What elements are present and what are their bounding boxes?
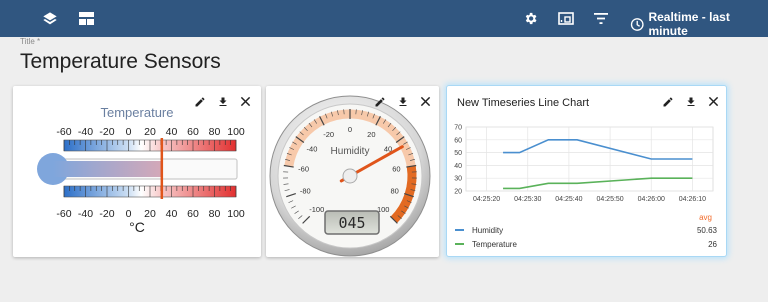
y-tick-label: 30 [454, 176, 462, 183]
y-tick-label: 50 [454, 150, 462, 157]
thermometer-tick-label: 40 [166, 126, 178, 138]
gauge-tick-label: 80 [391, 187, 399, 196]
gauge-lcd-value: 045 [338, 214, 365, 232]
thermometer-graphic: Temperature -60 -40 -20 0 20 40 60 80 100 -60 -40… [37, 105, 245, 235]
gauge-graphic: -100-80-60-40-20020406080100 Humidity 04… [269, 95, 431, 257]
gauge-tick-label: 0 [348, 125, 352, 134]
thermometer-widget: Temperature -60 -40 -20 0 20 40 60 80 100 -60 -40… [13, 86, 261, 257]
x-tick-label: 04:26:10 [679, 196, 706, 203]
thermometer-tick-label: 100 [227, 126, 245, 138]
legend-item-humidity[interactable]: Humidity 50.63 [455, 223, 717, 237]
x-tick-label: 04:26:00 [638, 196, 665, 203]
gauge-tick-label: 20 [367, 130, 375, 139]
thermometer-unit: °C [129, 219, 145, 235]
thermometer-tick-label: 80 [209, 126, 221, 138]
legend-swatch [455, 243, 464, 245]
thermometer-tick-label: 40 [166, 208, 178, 220]
filter-icon[interactable] [593, 9, 609, 28]
x-tick-label: 04:25:20 [473, 196, 500, 203]
clock-icon [630, 17, 644, 31]
thermometer-tick-label: -40 [78, 208, 93, 220]
thermometer-tick-label: -60 [56, 126, 71, 138]
legend-avg-header: avg [699, 213, 712, 222]
thermometer-tick-label: 100 [227, 208, 245, 220]
gauge-tick-label: -100 [309, 205, 324, 214]
timeseries-widget[interactable]: New Timeseries Line Chart 20 30 40 50 60 70 04… [447, 86, 726, 256]
timeseries-chart: 20 30 40 50 60 70 04:25:20 04:25:30 04:25:40 04:2… [454, 125, 714, 203]
thermometer-tick-label: 80 [209, 208, 221, 220]
x-tick-label: 04:25:40 [555, 196, 582, 203]
legend-label: Temperature [472, 239, 517, 249]
thermometer-tick-label: 0 [126, 126, 132, 138]
thermometer-tick-label: -20 [99, 126, 114, 138]
humidity-gauge-widget: -100 -80 -60 -40 -20 0 20 40 60 80 100 Humidity 04… [266, 86, 439, 257]
thermometer-tick-label: 60 [187, 208, 199, 220]
thermometer-tick-label: -60 [56, 208, 71, 220]
gauge-tick-label: -40 [307, 144, 318, 153]
legend-swatch [455, 229, 464, 231]
series-line-humidity [503, 138, 693, 160]
close-icon[interactable] [419, 95, 432, 108]
y-tick-label: 20 [454, 189, 462, 196]
y-tick-label: 60 [454, 137, 462, 144]
thermometer-title: Temperature [101, 105, 174, 120]
y-tick-label: 70 [454, 125, 462, 132]
layers-icon[interactable] [41, 9, 59, 28]
gauge-tick-label: -60 [298, 165, 309, 174]
legend-item-temperature[interactable]: Temperature 26 [455, 237, 717, 251]
thermometer-tick-label: 20 [144, 208, 156, 220]
series-line-temperature [503, 177, 693, 190]
legend-avg-value: 26 [708, 239, 717, 249]
download-icon[interactable] [396, 95, 409, 108]
legend-label: Humidity [472, 225, 504, 235]
title-field-label: Title * [20, 37, 41, 46]
fullscreen-icon[interactable] [557, 9, 574, 28]
y-tick-label: 40 [454, 163, 462, 170]
realtime-selector[interactable]: Realtime - last minute [630, 10, 768, 38]
dashboard-icon[interactable] [78, 9, 94, 28]
realtime-label: Realtime - last minute [648, 10, 730, 38]
settings-icon[interactable] [522, 9, 538, 28]
gauge-tick-label: 60 [392, 165, 400, 174]
thermometer-tick-label: -40 [78, 126, 93, 138]
page-title[interactable]: Temperature Sensors [20, 50, 221, 74]
thermometer-fill [53, 161, 162, 177]
top-toolbar: Realtime - last minute [0, 0, 768, 38]
gauge-hub [342, 168, 358, 184]
thermometer-tick-label: 20 [144, 126, 156, 138]
thermometer-tick-label: -20 [99, 208, 114, 220]
legend-avg-value: 50.63 [696, 225, 717, 235]
x-tick-label: 04:25:50 [596, 196, 623, 203]
x-tick-label: 04:25:30 [514, 196, 541, 203]
gauge-tick-label: -80 [300, 187, 311, 196]
gauge-tick-label: -20 [323, 130, 334, 139]
gauge-title: Humidity [331, 146, 370, 157]
thermometer-tick-label: 60 [187, 126, 199, 138]
edit-icon[interactable] [373, 95, 386, 108]
